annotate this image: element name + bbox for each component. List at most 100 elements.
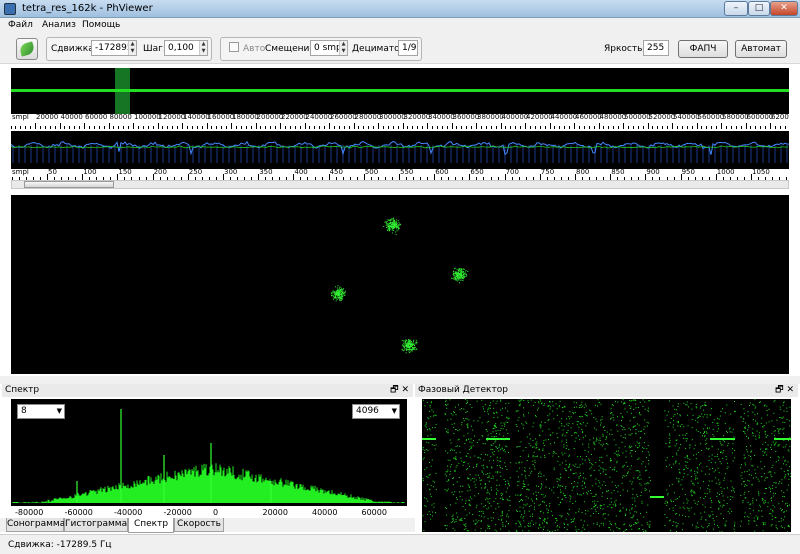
ruler-major-tick: [378, 123, 379, 129]
ruler-tick: [515, 126, 517, 129]
waveform-scrollbar[interactable]: [11, 180, 789, 189]
constellation-panel[interactable]: [11, 195, 789, 374]
tab-sonogram[interactable]: Сонограмма: [6, 518, 65, 532]
ruler-tick: [343, 126, 345, 129]
ruler-tick: [348, 126, 350, 129]
ruler-unit-label: smpl: [12, 169, 29, 176]
spectrum-panel[interactable]: -80000 -60000 -40000 -20000 0 20000 40000 60000…: [11, 399, 416, 517]
ruler-tick: [226, 126, 228, 129]
spin-arrows-icon[interactable]: ▲ ▼: [199, 41, 207, 55]
ruler-tick: [15, 126, 17, 129]
step-spinbox[interactable]: 0,100 ▲ ▼: [164, 40, 208, 56]
scrollbar-thumb[interactable]: [24, 181, 114, 188]
ruler-label: 480000: [599, 114, 627, 121]
menu-analysis[interactable]: Анализ: [42, 20, 76, 30]
ruler-label: 650: [470, 169, 484, 176]
auto-checkbox[interactable]: [229, 42, 239, 52]
ruler-label: 300: [224, 169, 238, 176]
ruler-label: 750: [540, 169, 555, 176]
ruler-label: 540000: [673, 114, 700, 121]
pll-button[interactable]: ФАПЧ: [678, 40, 728, 58]
ruler-label: 240000: [305, 114, 333, 121]
ruler-tick: [221, 126, 223, 129]
ruler-tick: [167, 126, 169, 129]
spin-arrows-icon[interactable]: ▲ ▼: [339, 41, 347, 55]
ruler-tick: [93, 126, 95, 129]
waveform-panel[interactable]: [10, 131, 790, 169]
ruler-tick: [172, 126, 174, 129]
maximize-button[interactable]: □: [748, 1, 770, 16]
ruler-tick: [480, 126, 482, 129]
ruler-tick: [681, 126, 683, 129]
splitter[interactable]: [0, 376, 800, 384]
ruler-label: 150: [118, 169, 132, 176]
ruler-tick: [260, 126, 262, 129]
ruler-major-tick: [598, 123, 600, 129]
ruler-tick: [30, 126, 32, 129]
waveform-ruler: smpl 50 100 150 200 250 300 350 400 450 500 550 600 6…: [11, 169, 789, 180]
ruler-major-tick: [500, 123, 502, 129]
ruler-tick: [319, 126, 321, 129]
ruler-tick: [676, 126, 678, 129]
fft-size-combo[interactable]: 4096 ▼: [352, 404, 400, 419]
ruler-tick: [11, 126, 12, 129]
ruler-tick: [691, 126, 693, 129]
ruler-major-tick: [35, 123, 36, 129]
ruler-label: 260000: [330, 114, 357, 121]
shift-spinbox[interactable]: -172895 ▲ ▼: [91, 40, 137, 56]
ruler-tick: [466, 126, 468, 129]
ruler-tick: [534, 126, 536, 129]
menu-help[interactable]: Помощь: [82, 20, 120, 30]
ruler-tick: [529, 126, 531, 129]
ruler-tick: [275, 126, 277, 129]
leaf-icon-button[interactable]: [16, 38, 38, 60]
ruler-tick: [446, 126, 448, 129]
spin-arrows-icon[interactable]: ▲ ▼: [128, 41, 136, 55]
brightness-label: Яркость:: [604, 44, 646, 54]
ruler-tick: [387, 126, 389, 129]
constellation-plot: [330, 217, 469, 354]
menu-file[interactable]: Файл: [8, 20, 33, 30]
ruler-major-tick: [525, 123, 526, 129]
tab-spectrum[interactable]: Спектр: [128, 518, 174, 533]
phase-detector-panel[interactable]: [422, 399, 792, 533]
ruler-tick: [608, 126, 610, 129]
ruler-tick: [382, 126, 384, 129]
ruler-major-tick: [353, 123, 355, 129]
offset-spinbox[interactable]: 0 smpl ▲ ▼: [310, 40, 348, 56]
ruler-tick: [652, 126, 654, 129]
tab-histogram[interactable]: Гистограмма: [64, 518, 128, 532]
ruler-label: 220000: [281, 114, 308, 121]
fft-avg-combo[interactable]: 8 ▼: [17, 404, 65, 419]
ruler-major-tick: [574, 123, 575, 129]
ruler-major-tick: [133, 123, 134, 129]
waveform-plot: [10, 140, 790, 163]
ruler-tick: [716, 126, 718, 129]
ruler-tick: [750, 126, 752, 129]
ruler-tick: [118, 126, 120, 129]
brightness-spinbox[interactable]: 255: [643, 40, 669, 56]
decimator-spinbox[interactable]: 1/9: [398, 40, 418, 56]
automat-button[interactable]: Автомат: [735, 40, 787, 58]
ruler-tick: [485, 126, 487, 129]
ruler-tick: [740, 126, 742, 129]
ruler-major-tick: [157, 123, 159, 129]
ruler-tick: [147, 126, 149, 129]
tab-speed[interactable]: Скорость: [174, 518, 224, 532]
ruler-tick: [603, 126, 605, 129]
ruler-tick: [44, 126, 46, 129]
ruler-tick: [358, 126, 360, 129]
spectrum-dock-title: Спектр 🗗 ✕: [2, 384, 413, 397]
dock-float-close-icons[interactable]: 🗗 ✕: [775, 384, 794, 397]
chevron-down-icon: ▼: [391, 407, 397, 415]
close-button[interactable]: ✕: [770, 1, 798, 16]
ruler-tick: [69, 126, 71, 129]
overview-ruler: smpl 20000 40000 60000 80000 100000 120000 1400…: [11, 114, 789, 129]
dock-float-close-icons[interactable]: 🗗 ✕: [390, 384, 409, 397]
window-title: tetra_res_162k - PhViewer: [22, 3, 153, 14]
leaf-icon: [18, 41, 36, 57]
minimize-button[interactable]: –: [724, 1, 748, 16]
overview-panel[interactable]: [11, 68, 789, 114]
ruler-tick: [569, 126, 571, 129]
ruler-label: 700: [505, 169, 519, 176]
